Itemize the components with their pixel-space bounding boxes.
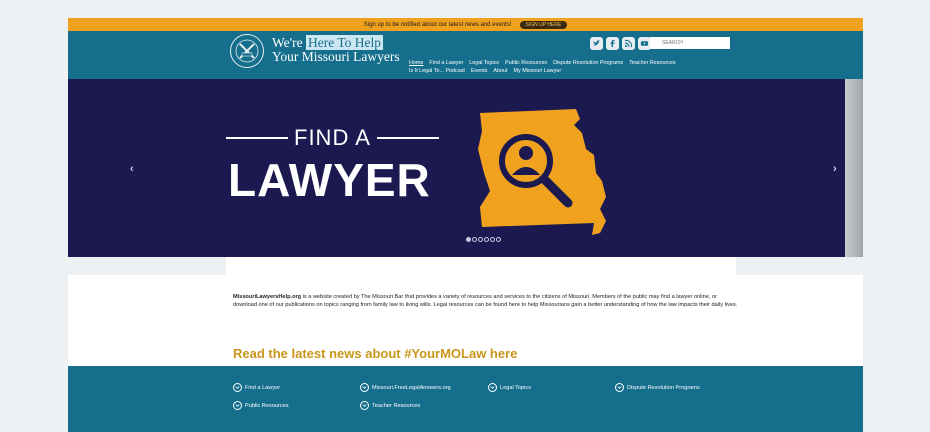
site-header: We're Here To Help Your Missouri Lawyers — [68, 31, 863, 79]
search-input[interactable] — [650, 37, 730, 49]
nav-podcast[interactable]: Is It Legal To... Podcast — [409, 67, 465, 75]
hero-carousel[interactable]: ‹ › FIND A LAWYER — [68, 79, 863, 257]
brand-line2: Your Missouri Lawyers — [272, 49, 400, 64]
chevron-down-icon — [488, 383, 497, 392]
footer-link-legal-topics[interactable]: Legal Topics — [488, 383, 615, 392]
nav-find-a-lawyer[interactable]: Find a Lawyer — [429, 59, 463, 67]
facebook-icon[interactable] — [606, 37, 619, 50]
footer-link-public-resources[interactable]: Public Resources — [233, 401, 360, 410]
hero-line2: LAWYER — [228, 154, 431, 206]
brand-prefix: We're — [272, 35, 303, 50]
brand-highlight: Here To Help — [305, 35, 383, 50]
chevron-down-icon — [360, 383, 369, 392]
carousel-dot[interactable] — [490, 237, 495, 242]
nav-events[interactable]: Events — [471, 67, 487, 75]
page: Sign up to be notified about our latest … — [68, 18, 863, 432]
footer-link-free-legal-answers[interactable]: Missouri.FreeLegalAnswers.org — [360, 383, 488, 392]
chevron-down-icon — [233, 401, 242, 410]
chevron-down-icon — [615, 383, 624, 392]
nav-legal-topics[interactable]: Legal Topics — [469, 59, 499, 67]
social-links — [590, 37, 651, 50]
main-nav: Home Find a Lawyer Legal Topics Public R… — [409, 59, 676, 75]
carousel-dot[interactable] — [472, 237, 477, 242]
hero-find-text: FIND A — [294, 125, 371, 150]
announcement-bar: Sign up to be notified about our latest … — [68, 18, 863, 31]
chevron-left-icon[interactable]: ‹ — [130, 163, 134, 175]
site-brand[interactable]: We're Here To Help Your Missouri Lawyers — [272, 35, 400, 64]
footer-link-teacher-resources[interactable]: Teacher Resources — [360, 401, 488, 410]
nav-teacher-resources[interactable]: Teacher Resources — [629, 59, 675, 67]
announcement-text: Sign up to be notified about our latest … — [363, 21, 512, 28]
twitter-icon[interactable] — [590, 37, 603, 50]
missouri-bar-seal-icon[interactable] — [230, 34, 264, 68]
carousel-dot[interactable] — [484, 237, 489, 242]
chevron-down-icon — [360, 401, 369, 410]
missouri-map-icon — [478, 109, 606, 235]
footer-links: Find a Lawyer Missouri.FreeLegalAnswers.… — [233, 383, 745, 410]
footer-link-find-a-lawyer[interactable]: Find a Lawyer — [233, 383, 360, 392]
carousel-dot[interactable] — [466, 237, 471, 242]
chevron-right-icon[interactable]: › — [833, 163, 837, 175]
carousel-dots — [466, 237, 501, 242]
chevron-down-icon — [233, 383, 242, 392]
latest-news-link[interactable]: Read the latest news about #YourMOLaw he… — [233, 346, 517, 361]
nav-home[interactable]: Home — [409, 59, 423, 67]
intro-text: is a website created by The Missouri Bar… — [233, 294, 738, 308]
sign-up-button[interactable]: SIGN UP HERE — [519, 20, 568, 29]
next-slide-preview — [845, 79, 863, 257]
hero-line1: FIND A — [226, 125, 439, 151]
site-footer: Find a Lawyer Missouri.FreeLegalAnswers.… — [68, 366, 863, 432]
rss-icon[interactable] — [622, 37, 635, 50]
nav-public-resources[interactable]: Public Resources — [505, 59, 547, 67]
carousel-dot[interactable] — [496, 237, 501, 242]
nav-about[interactable]: About — [493, 67, 507, 75]
nav-my-missouri-lawyer[interactable]: My Missouri Lawyer — [514, 67, 562, 75]
nav-dispute-resolution[interactable]: Dispute Resolution Programs — [553, 59, 623, 67]
footer-link-dispute-resolution[interactable]: Dispute Resolution Programs — [615, 383, 745, 392]
intro-paragraph: MissouriLawyersHelp.org is a website cre… — [233, 293, 738, 309]
carousel-dot[interactable] — [478, 237, 483, 242]
intro-site-name: MissouriLawyersHelp.org — [233, 294, 302, 300]
